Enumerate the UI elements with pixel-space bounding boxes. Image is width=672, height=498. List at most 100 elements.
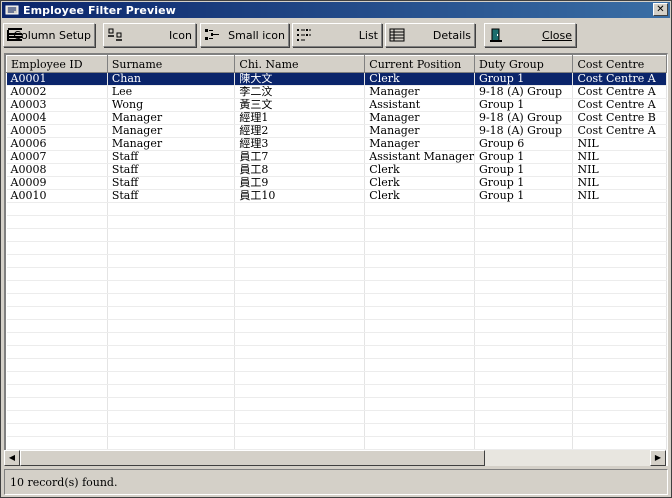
cell-chi-name: 經理1 bbox=[234, 111, 366, 125]
column-header-surname[interactable]: Surname bbox=[106, 55, 236, 73]
empty-cell bbox=[107, 423, 236, 437]
cell-duty-group: 9-18 (A) Group bbox=[474, 124, 574, 138]
empty-cell bbox=[234, 267, 366, 281]
scroll-left-button[interactable]: ◀ bbox=[4, 450, 20, 466]
table-row[interactable]: A0010 Staff 員工10 Clerk Group 1 NIL bbox=[6, 189, 667, 203]
table-row[interactable]: A0004 Manager 經理1 Manager 9-18 (A) Group Cost… bbox=[6, 111, 667, 125]
close-button[interactable]: Close bbox=[484, 23, 576, 47]
empty-cell bbox=[107, 371, 236, 385]
empty-row bbox=[6, 345, 667, 359]
table-row[interactable]: A0006 Manager 經理3 Manager Group 6 NIL bbox=[6, 137, 667, 151]
icon-view-button[interactable]: Icon bbox=[103, 23, 196, 47]
cell-current-position: Clerk bbox=[364, 176, 475, 190]
cell-duty-group: Group 1 bbox=[474, 189, 574, 203]
empty-cell bbox=[474, 436, 574, 450]
employee-table: Employee ID Surname Chi. Name Current Po… bbox=[6, 55, 667, 450]
scrollbar-thumb[interactable] bbox=[20, 450, 485, 466]
details-view-button[interactable]: Details bbox=[385, 23, 475, 47]
list-view-button[interactable]: List bbox=[292, 23, 382, 47]
horizontal-scrollbar[interactable]: ◀ ▶ bbox=[4, 450, 666, 466]
empty-cell bbox=[364, 384, 475, 398]
empty-cell bbox=[364, 410, 475, 424]
empty-cell bbox=[474, 423, 574, 437]
empty-row bbox=[6, 241, 667, 255]
empty-cell bbox=[234, 319, 366, 333]
column-header-employee-id[interactable]: Employee ID bbox=[6, 55, 108, 73]
cell-cost-centre: NIL bbox=[572, 163, 667, 177]
empty-cell bbox=[364, 371, 475, 385]
empty-cell bbox=[234, 332, 366, 346]
empty-cell bbox=[234, 202, 366, 216]
column-header-current-position[interactable]: Current Position bbox=[364, 55, 475, 73]
cell-employee-id: A0007 bbox=[6, 150, 108, 164]
scroll-right-button[interactable]: ▶ bbox=[650, 450, 666, 466]
empty-cell bbox=[474, 319, 574, 333]
window-close-button[interactable]: ✕ bbox=[653, 3, 668, 16]
column-header-duty-group[interactable]: Duty Group bbox=[473, 55, 574, 73]
cell-duty-group: Group 1 bbox=[474, 72, 574, 86]
column-header-chi-name[interactable]: Chi. Name bbox=[234, 55, 366, 73]
icon-view-label: Icon bbox=[169, 29, 192, 42]
table-row[interactable]: A0009 Staff 員工9 Clerk Group 1 NIL bbox=[6, 176, 667, 190]
empty-cell bbox=[364, 397, 475, 411]
empty-cell bbox=[572, 293, 667, 307]
empty-cell bbox=[107, 306, 236, 320]
cell-chi-name: 黃三文 bbox=[234, 98, 366, 112]
small-icon-view-label: Small icon bbox=[228, 29, 285, 42]
employee-filter-preview-window: Employee Filter Preview ✕ Column Setup I… bbox=[0, 0, 672, 498]
empty-cell bbox=[234, 423, 366, 437]
cell-surname: Manager bbox=[107, 124, 236, 138]
empty-cell bbox=[107, 215, 236, 229]
empty-cell bbox=[572, 345, 667, 359]
cell-duty-group: Group 1 bbox=[474, 150, 574, 164]
empty-cell bbox=[234, 371, 366, 385]
small-icon-view-button[interactable]: Small icon bbox=[200, 23, 289, 47]
empty-row bbox=[6, 384, 667, 398]
empty-cell bbox=[107, 397, 236, 411]
empty-cell bbox=[107, 436, 236, 450]
cell-duty-group: Group 1 bbox=[474, 98, 574, 112]
table-row[interactable]: A0008 Staff 員工8 Clerk Group 1 NIL bbox=[6, 163, 667, 177]
table-row[interactable]: A0005 Manager 經理2 Manager 9-18 (A) Group Cost… bbox=[6, 124, 667, 138]
empty-row bbox=[6, 267, 667, 281]
cell-current-position: Manager bbox=[364, 124, 475, 138]
column-setup-button[interactable]: Column Setup bbox=[3, 23, 95, 47]
empty-cell bbox=[474, 202, 574, 216]
title-bar[interactable]: Employee Filter Preview ✕ bbox=[2, 2, 670, 18]
window-title: Employee Filter Preview bbox=[23, 3, 176, 17]
empty-cell bbox=[364, 202, 475, 216]
table-row[interactable]: A0003 Wong 黃三文 Assistant Group 1 Cost Centre … bbox=[6, 98, 667, 112]
empty-cell bbox=[234, 228, 366, 242]
empty-cell bbox=[107, 332, 236, 346]
empty-cell bbox=[572, 228, 667, 242]
cell-employee-id: A0006 bbox=[6, 137, 108, 151]
empty-cell bbox=[6, 202, 108, 216]
empty-row bbox=[6, 423, 667, 437]
empty-cell bbox=[572, 267, 667, 281]
empty-row bbox=[6, 371, 667, 385]
empty-cell bbox=[107, 280, 236, 294]
empty-cell bbox=[6, 267, 108, 281]
table-row[interactable]: A0007 Staff 員工7 Assistant Manager Group 1 NIL bbox=[6, 150, 667, 164]
column-header-cost-centre[interactable]: Cost Centre bbox=[572, 55, 667, 73]
table-header-row: Employee ID Surname Chi. Name Current Po… bbox=[6, 55, 667, 73]
table-row[interactable]: A0002 Lee 李二汶 Manager 9-18 (A) Group Cost Cen… bbox=[6, 85, 667, 99]
record-count-text: 10 record(s) found. bbox=[10, 476, 118, 489]
employee-list-view[interactable]: Employee ID Surname Chi. Name Current Po… bbox=[4, 53, 668, 466]
empty-cell bbox=[572, 280, 667, 294]
empty-cell bbox=[234, 358, 366, 372]
empty-cell bbox=[572, 241, 667, 255]
empty-cell bbox=[6, 241, 108, 255]
empty-cell bbox=[6, 319, 108, 333]
cell-employee-id: A0010 bbox=[6, 189, 108, 203]
empty-cell bbox=[234, 241, 366, 255]
empty-cell bbox=[474, 345, 574, 359]
empty-cell bbox=[572, 423, 667, 437]
cell-cost-centre: Cost Centre A bbox=[572, 124, 667, 138]
cell-cost-centre: Cost Centre B bbox=[572, 111, 667, 125]
empty-row bbox=[6, 254, 667, 268]
table-row[interactable]: A0001 Chan 陳大文 Clerk Group 1 Cost Centre A bbox=[6, 72, 667, 86]
cell-surname: Staff bbox=[107, 163, 236, 177]
cell-employee-id: A0004 bbox=[6, 111, 108, 125]
cell-duty-group: 9-18 (A) Group bbox=[474, 111, 574, 125]
